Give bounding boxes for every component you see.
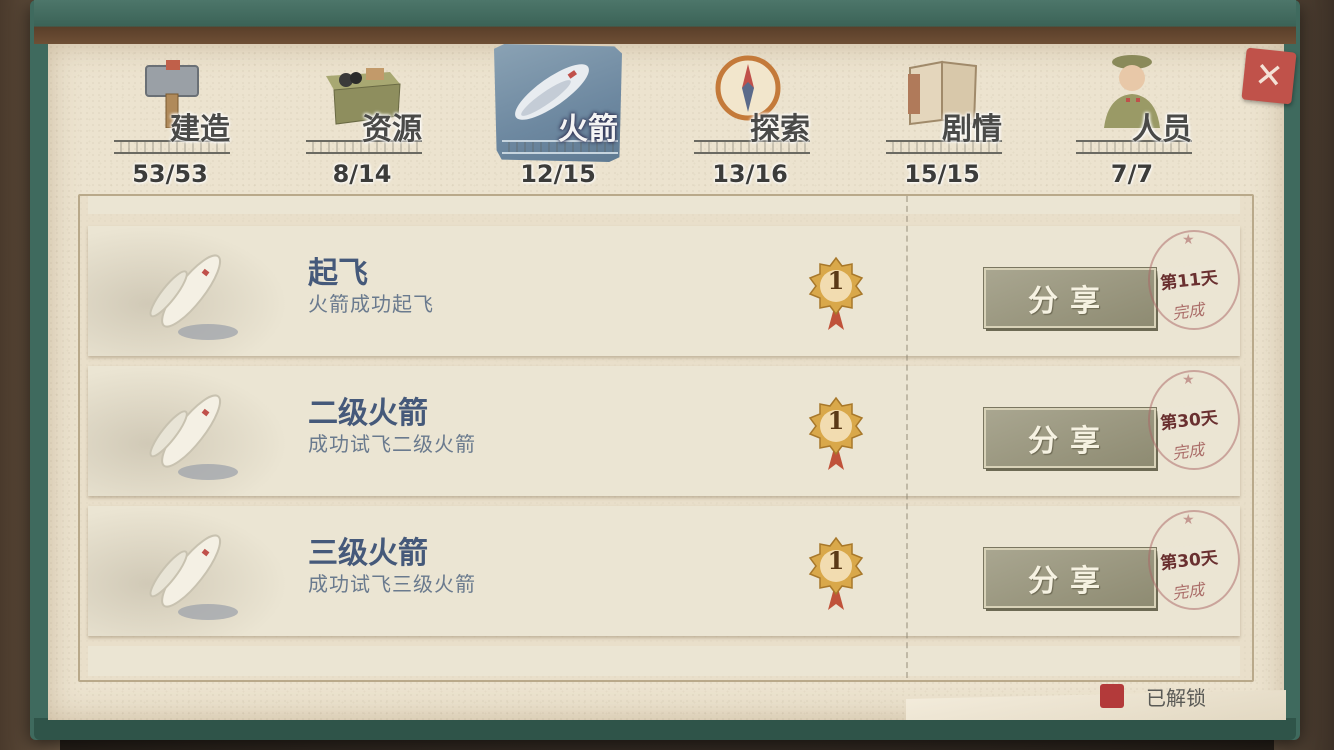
achievement-desc: 成功试飞三级火箭 [308,572,476,596]
tab-label: 火箭 [558,112,618,147]
medal-badge: 1 [804,536,868,612]
rocket-icon [149,534,238,620]
achievement-desc: 成功试飞二级火箭 [308,432,476,456]
completion-stamp: ★ 第30天 完成 [1146,368,1240,488]
tab-count: 8/14 [332,160,392,188]
completion-stamp: ★ 第30天 完成 [1146,508,1240,628]
tab-build[interactable]: 建造 53/53 [100,44,240,194]
legend-label: 已解锁 [1146,685,1206,710]
tab-count: 53/53 [132,160,208,188]
rocket-icon [149,394,238,480]
book-top-edge [34,0,1296,44]
tab-story[interactable]: 剧情 15/15 [872,44,1012,194]
medal-badge: 1 [804,256,868,332]
tab-resource[interactable]: 资源 8/14 [292,44,432,194]
list-item: 二级火箭 成功试飞二级火箭 1 分享 ★ 第30天 完成 [88,366,1240,496]
list-item-partial [88,196,1240,214]
legend-swatch [1100,684,1124,708]
tab-explore[interactable]: 探索 13/16 [680,44,820,194]
rocket-icon [149,254,238,340]
achievement-title: 二级火箭 [308,396,428,431]
medal-badge: 1 [804,396,868,472]
tab-count: 12/15 [520,160,596,188]
list-item: 三级火箭 成功试飞三级火箭 1 分享 ★ 第30天 完成 [88,506,1240,636]
achievement-title: 三级火箭 [308,536,428,571]
book-bottom-edge [34,718,1296,740]
close-button[interactable]: ✕ [1241,47,1297,105]
medal-level: 1 [827,266,845,295]
tab-rocket[interactable]: 火箭 12/15 [488,44,628,194]
tab-count: 13/16 [712,160,788,188]
tab-label: 探索 [750,112,810,147]
star-icon: ★ [1182,372,1195,388]
achievement-title: 起飞 [308,256,368,291]
medal-level: 1 [827,406,845,435]
tab-label: 剧情 [942,112,1002,147]
completion-text: 完成 [1171,299,1206,324]
list-item: 起飞 火箭成功起飞 1 分享 ★ 第11天 完成 [88,226,1240,356]
close-icon: ✕ [1252,54,1286,98]
tab-label: 建造 [170,112,230,147]
tab-label: 资源 [362,112,422,147]
unlocked-legend: 已解锁 [1100,682,1206,710]
share-button[interactable]: 分享 [984,268,1156,328]
medal-level: 1 [827,546,845,575]
share-button[interactable]: 分享 [984,408,1156,468]
completion-stamp: ★ 第11天 完成 [1146,228,1240,348]
achievement-desc: 火箭成功起飞 [308,292,434,316]
completion-text: 完成 [1171,579,1206,604]
tab-personnel[interactable]: 人员 7/7 [1062,44,1202,194]
list-divider [906,196,908,678]
star-icon: ★ [1182,232,1195,248]
tab-label: 人员 [1132,112,1192,147]
completion-text: 完成 [1171,439,1206,464]
star-icon: ★ [1182,512,1195,528]
list-item-partial [88,646,1240,676]
tab-count: 7/7 [1110,160,1154,188]
share-button[interactable]: 分享 [984,548,1156,608]
tab-count: 15/15 [904,160,980,188]
